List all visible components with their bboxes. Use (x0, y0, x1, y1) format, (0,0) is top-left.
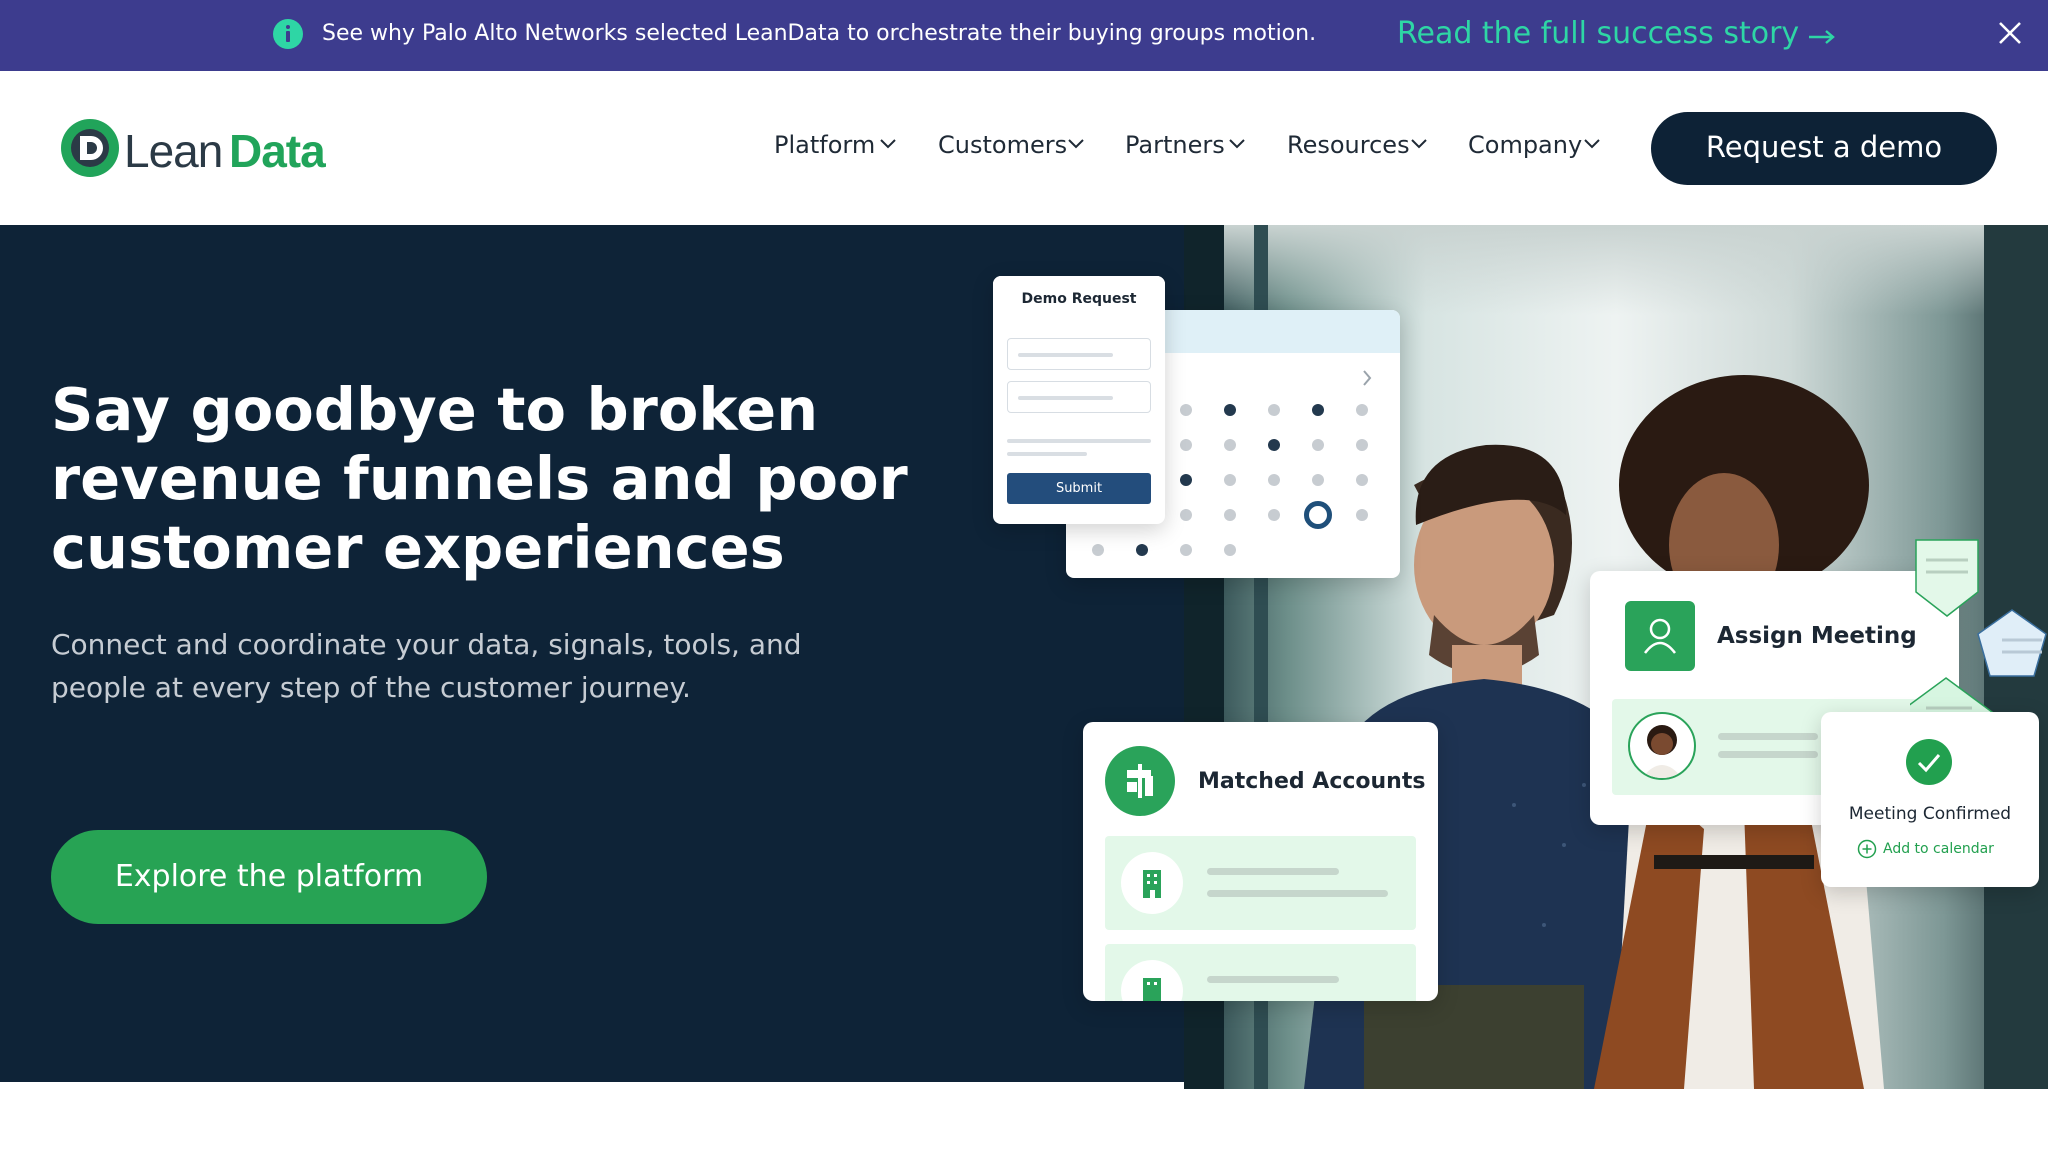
user-icon (1625, 601, 1695, 671)
nav-label: Platform (774, 131, 876, 159)
building-icon (1121, 960, 1183, 1001)
add-to-calendar-label: Add to calendar (1883, 841, 1994, 857)
demo-request-card: Demo Request Submit (993, 276, 1165, 524)
decorative-shapes (1910, 539, 2047, 737)
calendar-day (1356, 474, 1368, 486)
demo-field (1007, 338, 1151, 370)
chevron-down-icon (1584, 139, 1600, 149)
hero-subtext: Connect and coordinate your data, signal… (51, 628, 802, 704)
chevron-down-icon (1411, 139, 1427, 149)
meeting-confirmed-card: Meeting Confirmed Add to calendar (1821, 712, 2039, 887)
hero-headline: Say goodbye to broken revenue funnels an… (51, 375, 908, 582)
calendar-day (1312, 474, 1324, 486)
nav-partners[interactable]: Partners (1125, 131, 1245, 159)
calendar-day (1224, 509, 1236, 521)
calendar-day (1136, 544, 1148, 556)
signpost-icon (1105, 746, 1175, 816)
matched-accounts-card: Matched Accounts (1083, 722, 1438, 1001)
info-icon (273, 19, 303, 49)
account-row (1105, 944, 1416, 1001)
calendar-day (1312, 404, 1324, 416)
explore-platform-button[interactable]: Explore the platform (51, 830, 487, 924)
nav-label: Company (1468, 131, 1583, 159)
calendar-day (1268, 474, 1280, 486)
calendar-day (1224, 439, 1236, 451)
demo-submit-button: Submit (1007, 473, 1151, 504)
logo-mark-icon (61, 119, 119, 177)
calendar-day (1268, 439, 1280, 451)
arrow-right-icon[interactable] (1808, 28, 1836, 46)
building-icon (1121, 852, 1183, 914)
calendar-selected-day (1304, 501, 1332, 529)
calendar-day (1356, 439, 1368, 451)
meeting-confirmed-title: Meeting Confirmed (1848, 804, 2012, 824)
account-row (1105, 836, 1416, 930)
calendar-day (1180, 544, 1192, 556)
chevron-down-icon (1229, 139, 1245, 149)
calendar-day (1312, 439, 1324, 451)
announcement-bar: See why Palo Alto Networks selected Lean… (0, 0, 2048, 71)
nav-label: Resources (1287, 131, 1410, 159)
calendar-day (1356, 509, 1368, 521)
calendar-day (1180, 509, 1192, 521)
logo-lean-text: Lean (124, 125, 223, 177)
nav-resources[interactable]: Resources (1287, 131, 1427, 159)
calendar-day (1180, 439, 1192, 451)
chevron-down-icon (880, 139, 896, 149)
success-story-link[interactable]: Read the full success story (1397, 16, 1799, 51)
assign-meeting-title: Assign Meeting (1717, 623, 1917, 649)
chevron-right-icon (1363, 370, 1372, 386)
nav-customers[interactable]: Customers (938, 131, 1084, 159)
calendar-day (1224, 404, 1236, 416)
nav-platform[interactable]: Platform (774, 131, 896, 159)
calendar-day (1268, 404, 1280, 416)
nav-label: Customers (938, 131, 1068, 159)
hero-section: Say goodbye to broken revenue funnels an… (0, 225, 2048, 1089)
nav-label: Partners (1125, 131, 1225, 159)
calendar-day (1180, 404, 1192, 416)
matched-accounts-title: Matched Accounts (1198, 769, 1426, 794)
calendar-day (1224, 544, 1236, 556)
calendar-day (1224, 474, 1236, 486)
check-icon (1906, 739, 1952, 785)
demo-field (1007, 381, 1151, 413)
leandata-logo[interactable]: Lean Data (58, 116, 358, 180)
calendar-day (1092, 544, 1104, 556)
logo-data-text: Data (229, 125, 326, 177)
avatar (1628, 712, 1696, 780)
demo-request-title: Demo Request (1021, 291, 1137, 307)
announcement-message: See why Palo Alto Networks selected Lean… (322, 21, 1317, 46)
nav-company[interactable]: Company (1468, 131, 1600, 159)
request-demo-button[interactable]: Request a demo (1651, 112, 1997, 185)
calendar-day (1356, 404, 1368, 416)
close-icon[interactable] (1996, 19, 2024, 47)
calendar-day (1180, 474, 1192, 486)
chevron-down-icon (1068, 139, 1084, 149)
calendar-day (1268, 509, 1280, 521)
site-header: Lean Data Platform Customers Partners Re… (0, 71, 2048, 225)
plus-circle-icon (1857, 839, 1877, 859)
